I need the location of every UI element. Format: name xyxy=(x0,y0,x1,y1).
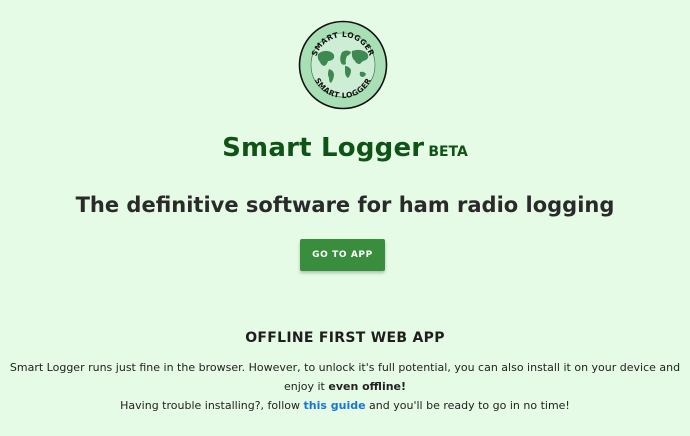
smart-logger-logo: SMART LOGGER SMART LOGGER xyxy=(298,20,388,110)
trouble-text: Having trouble installing?, follow xyxy=(120,399,300,412)
ready-text: and you'll be ready to go in no time! xyxy=(369,399,570,412)
this-guide-link[interactable]: this guide xyxy=(304,399,366,412)
go-to-app-button[interactable]: GO TO APP xyxy=(300,239,385,271)
offline-description: Smart Logger runs just fine in the brows… xyxy=(6,358,684,415)
world-map-logo-icon: SMART LOGGER SMART LOGGER xyxy=(298,20,388,110)
landing-page: SMART LOGGER SMART LOGGER Smart Logger BE… xyxy=(0,0,690,436)
brand-name: Smart Logger xyxy=(222,133,425,163)
even-offline-emphasis: even offline! xyxy=(328,380,407,393)
app-title: Smart Logger BETA xyxy=(0,133,690,163)
beta-badge: BETA xyxy=(428,144,468,160)
hero-tagline: The definitive software for ham radio lo… xyxy=(75,193,615,217)
offline-section-title: OFFLINE FIRST WEB APP xyxy=(245,330,445,346)
offline-description-line2: Having trouble installing?, follow this … xyxy=(6,396,684,415)
offline-description-line1: Smart Logger runs just fine in the brows… xyxy=(6,358,684,396)
